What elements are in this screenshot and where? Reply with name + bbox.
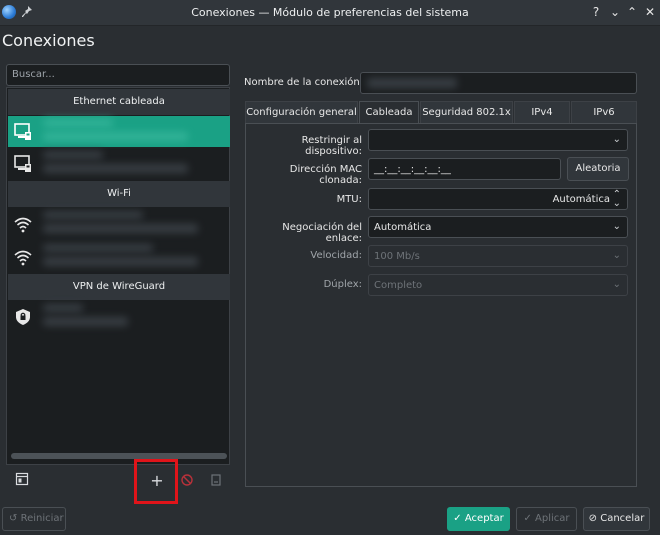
tab-8021x[interactable]: Seguridad 802.1x — [420, 101, 513, 124]
mac-address-label: Dirección MAC clonada: — [289, 164, 362, 186]
maximize-button[interactable]: ⌃ — [624, 4, 640, 20]
link-negotiation-value: Automática — [374, 222, 432, 233]
mtu-value: Automática — [552, 194, 610, 205]
reset-icon: ↺ — [9, 513, 18, 524]
chevron-down-icon: ⌄ — [612, 279, 621, 290]
window-title: Conexiones — Módulo de preferencias del … — [191, 6, 469, 19]
restrict-device-label: Restringir al dispositivo: — [301, 135, 362, 157]
duplex-select: Completo ⌄ — [368, 274, 628, 296]
minimize-button[interactable]: ⌄ — [607, 4, 623, 20]
group-header-vpn: VPN de WireGuard — [8, 274, 230, 300]
search-input[interactable]: Buscar... — [6, 64, 230, 86]
group-header-ethernet: Ethernet cableada — [8, 89, 230, 115]
accept-button[interactable]: ✓ Aceptar — [447, 507, 510, 531]
duplex-value: Completo — [374, 280, 423, 291]
tab-general[interactable]: Configuración general — [245, 101, 358, 124]
mtu-spinbox[interactable]: Automática ⌃ ⌄ — [368, 188, 628, 210]
close-button[interactable]: ✕ — [642, 4, 658, 20]
ethernet-icon — [13, 154, 33, 174]
tab-ipv6[interactable]: IPv6 — [571, 101, 637, 124]
connection-name-field[interactable] — [360, 72, 637, 94]
cancel-icon: ⊘ — [588, 513, 598, 524]
chevron-down-icon: ⌄ — [612, 221, 621, 232]
reset-button: ↺ Reiniciar — [2, 507, 66, 531]
mac-address-input[interactable]: __:__:__:__:__:__ — [368, 158, 561, 180]
horizontal-scrollbar[interactable] — [11, 453, 227, 459]
random-mac-button[interactable]: Aleatoria — [567, 157, 629, 181]
configure-icon[interactable] — [13, 472, 31, 490]
wifi-icon — [13, 214, 33, 234]
connection-item-ethernet-1[interactable] — [8, 116, 230, 147]
cancel-button[interactable]: ⊘ Cancelar — [583, 507, 650, 531]
tab-wired[interactable]: Cableada — [359, 101, 419, 124]
checkmark-icon: ✓ — [523, 513, 532, 524]
speed-select: 100 Mb/s ⌄ — [368, 245, 628, 267]
group-header-wifi: Wi-Fi — [8, 181, 230, 207]
shield-lock-icon — [13, 307, 33, 327]
highlight-annotation — [134, 459, 178, 504]
connection-list: Ethernet cableada Wi-Fi VPN de WireGuard — [6, 87, 230, 465]
chevron-down-icon: ⌄ — [612, 134, 621, 145]
spin-arrows-icon[interactable]: ⌃ ⌄ — [613, 190, 621, 209]
speed-label: Velocidad: — [310, 250, 362, 261]
apply-button: ✓ Aplicar — [516, 507, 577, 531]
connection-item-wifi-1[interactable] — [8, 208, 230, 239]
connection-name-label: Nombre de la conexión: — [244, 77, 364, 88]
connection-item-vpn-1[interactable] — [8, 301, 230, 332]
remove-connection-icon[interactable] — [178, 473, 196, 491]
ethernet-icon — [13, 122, 33, 142]
tab-ipv4[interactable]: IPv4 — [514, 101, 570, 124]
connection-item-wifi-2[interactable] — [8, 241, 230, 272]
wifi-icon — [13, 247, 33, 267]
checkmark-icon: ✓ — [453, 513, 462, 524]
export-connection-icon[interactable] — [207, 473, 225, 491]
duplex-label: Dúplex: — [323, 279, 362, 290]
link-negotiation-label: Negociación del enlace: — [282, 222, 362, 244]
mtu-label: MTU: — [336, 194, 362, 205]
chevron-down-icon: ⌄ — [612, 250, 621, 261]
help-button[interactable]: ? — [588, 4, 604, 20]
speed-value: 100 Mb/s — [374, 251, 420, 262]
restrict-device-select[interactable]: ⌄ — [368, 129, 628, 151]
link-negotiation-select[interactable]: Automática ⌄ — [368, 216, 628, 238]
page-title: Conexiones — [2, 31, 95, 50]
connection-item-ethernet-2[interactable] — [8, 148, 230, 179]
title-bar: Conexiones — Módulo de preferencias del … — [0, 0, 660, 26]
